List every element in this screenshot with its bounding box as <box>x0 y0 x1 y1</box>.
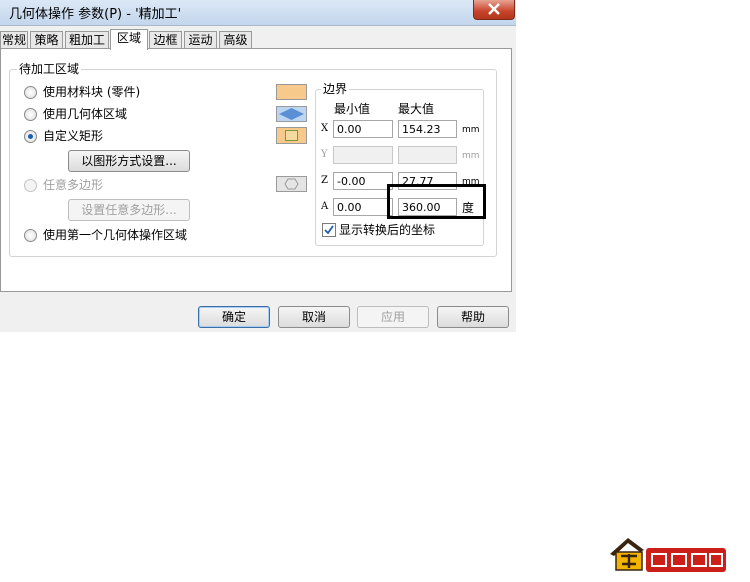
help-button[interactable]: 帮助 <box>437 306 509 328</box>
cancel-button[interactable]: 取消 <box>278 306 350 328</box>
show-transformed-coords-checkbox[interactable] <box>322 223 336 237</box>
axis-x-label: X <box>321 123 329 134</box>
close-icon <box>488 3 500 15</box>
radio-arbitrary-polygon-label: 任意多边形 <box>43 178 104 192</box>
axis-y-label: Y <box>321 149 328 160</box>
graphic-setup-button[interactable]: 以图形方式设置... <box>68 150 190 172</box>
radio-first-geometry-operation-region-label: 使用第一个几何体操作区域 <box>43 228 188 242</box>
x-max-field[interactable]: 154.23 <box>398 120 457 138</box>
geometry-region-swatch-icon <box>276 106 307 122</box>
axis-a-label: A <box>321 201 329 212</box>
tab-advanced[interactable]: 高级 <box>219 31 252 49</box>
annotation-highlight-box <box>387 184 486 219</box>
tab-border[interactable]: 边框 <box>149 31 182 49</box>
close-button[interactable] <box>473 0 515 20</box>
axis-z-label: Z <box>321 175 328 186</box>
checkmark-icon <box>324 225 334 235</box>
a-min-field[interactable]: 0.00 <box>333 198 393 216</box>
polygon-setup-button[interactable]: 设置任意多边形... <box>68 199 190 221</box>
radio-arbitrary-polygon[interactable] <box>24 179 37 192</box>
radio-use-geometry-region-label: 使用几何体区域 <box>43 107 128 121</box>
stock-swatch-icon <box>276 84 307 100</box>
custom-rectangle-swatch-icon <box>276 127 307 144</box>
bounds-group-title: 边界 <box>321 80 350 97</box>
window-title: 几何体操作 参数(P) - '精加工' <box>9 7 182 22</box>
y-unit: mm <box>462 151 480 161</box>
region-tab-panel: 待加工区域 使用材料块 (零件) 使用几何体区域 自定义矩形 以图形方式设置..… <box>0 48 512 292</box>
y-max-field[interactable] <box>398 146 457 164</box>
apply-button[interactable]: 应用 <box>357 306 429 328</box>
radio-use-stock[interactable] <box>24 86 37 99</box>
tab-region[interactable]: 区域 <box>110 29 148 50</box>
radio-custom-rectangle-label: 自定义矩形 <box>43 129 104 143</box>
tab-motion[interactable]: 运动 <box>184 31 217 49</box>
x-min-field[interactable]: 0.00 <box>333 120 393 138</box>
tab-general[interactable]: 常规 <box>0 31 28 49</box>
tab-strategy[interactable]: 策略 <box>30 31 63 49</box>
radio-use-geometry-region[interactable] <box>24 108 37 121</box>
watermark-logo <box>606 534 730 576</box>
min-value-header: 最小值 <box>334 102 371 116</box>
z-min-field[interactable]: -0.00 <box>333 172 393 190</box>
y-min-field[interactable] <box>333 146 393 164</box>
title-bar: 几何体操作 参数(P) - '精加工' <box>0 0 516 26</box>
tab-roughing[interactable]: 粗加工 <box>65 31 109 49</box>
radio-custom-rectangle[interactable] <box>24 130 37 143</box>
show-transformed-coords-label: 显示转换后的坐标 <box>339 223 436 237</box>
radio-first-geometry-operation-region[interactable] <box>24 229 37 242</box>
region-group-title: 待加工区域 <box>17 60 82 77</box>
radio-use-stock-label: 使用材料块 (零件) <box>43 85 141 99</box>
geometry-operation-dialog: 几何体操作 参数(P) - '精加工' 常规 策略 粗加工 区域 边框 运动 高… <box>0 0 516 332</box>
polygon-swatch-icon <box>276 176 307 192</box>
x-unit: mm <box>462 125 480 135</box>
max-value-header: 最大值 <box>398 102 435 116</box>
ok-button[interactable]: 确定 <box>198 306 270 328</box>
